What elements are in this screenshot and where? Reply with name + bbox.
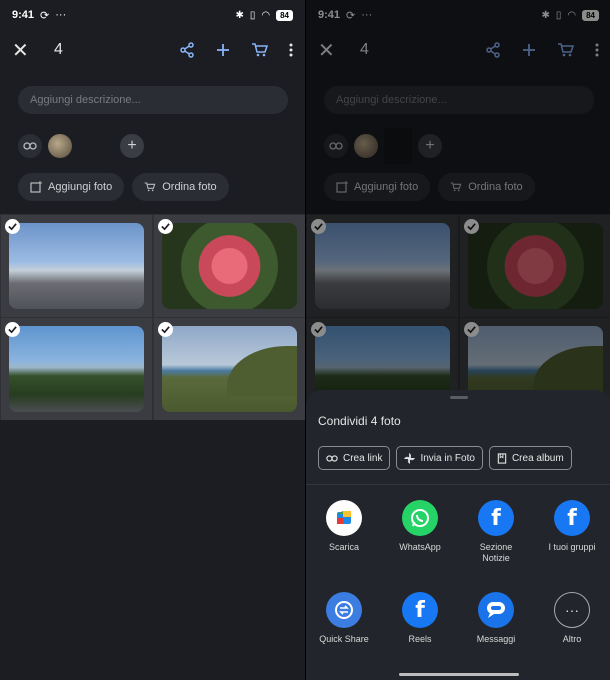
share-target-quick-share[interactable]: Quick Share [306,592,382,645]
photo-cell-hill[interactable] [154,318,305,420]
order-photos-button[interactable]: Ordina foto [132,173,229,201]
add-photo-icon [30,181,42,193]
selection-count: 4 [54,41,63,58]
add-icon[interactable] [215,42,231,58]
drag-handle[interactable] [450,396,468,399]
scarica-icon [326,500,362,536]
album-actions: Aggiungi foto Ordina foto [18,173,229,201]
share-target-label: Reels [408,634,432,644]
pinwheel-icon [404,452,416,464]
share-target-reels[interactable]: f Reels [382,592,458,645]
photo-cell-town[interactable] [1,215,152,317]
photo-flower [162,223,297,309]
share-target-label: I tuoi gruppi [548,542,596,552]
album-panel-right: 9:41 ⟳ ··· ✱ ▯ ◠ 84 ✕ 4 Aggiungi descriz… [306,0,610,680]
status-bar: 9:41 ⟳ ··· ✱ ▯ ◠ 84 [0,0,305,30]
check-icon[interactable] [5,219,20,234]
photo-hill [162,326,297,412]
photo-town [9,223,144,309]
photo-cell-flower[interactable] [154,215,305,317]
share-target-label: Sezione Notizie [479,542,513,563]
whatsapp-icon [402,500,438,536]
order-photos-label: Ordina foto [162,181,217,193]
check-icon[interactable] [5,322,20,337]
description-input[interactable]: Aggiungi descrizione... [18,86,288,114]
share-sheet-title: Condividi 4 foto [318,414,401,428]
vibrate-icon: ▯ [249,9,256,21]
facebook-icon: f [478,500,514,536]
create-album-label: Crea album [511,452,564,464]
share-target-label: Quick Share [319,634,369,644]
share-target-label: Messaggi [476,634,516,644]
sharing-row: + [18,133,144,159]
cart-icon[interactable] [251,42,269,58]
cart-icon [144,182,156,192]
selection-toolbar: ✕ 4 [0,30,305,70]
bluetooth-icon: ✱ [235,9,244,21]
sync-icon: ⟳ [40,9,50,22]
add-photos-button[interactable]: Aggiungi foto [18,173,125,201]
share-target-label: Scarica [328,542,359,552]
check-icon[interactable] [158,219,173,234]
share-target-scarica[interactable]: Scarica [306,500,382,553]
album-icon [497,452,507,464]
create-link-label: Crea link [343,452,383,464]
photo-cell-coast[interactable] [1,318,152,420]
gesture-nav-bar[interactable] [399,673,519,676]
add-photos-label: Aggiungi foto [48,181,113,193]
messages-icon [478,592,514,628]
link-icon [326,454,338,462]
share-sheet: Condividi 4 foto Crea link Invia in Foto… [306,390,610,680]
add-person-icon[interactable]: + [120,134,144,158]
sheet-divider [306,484,610,485]
wifi-icon: ◠ [261,9,271,21]
facebook-icon: f [554,500,590,536]
avatar[interactable] [48,134,72,158]
share-target-sezione-notizie[interactable]: f Sezione Notizie [458,500,534,564]
link-icon[interactable] [18,134,42,158]
more-notifications-icon: ··· [55,9,67,21]
share-target-whatsapp[interactable]: WhatsApp [382,500,458,553]
photo-coast [9,326,144,412]
share-target-messaggi[interactable]: Messaggi [458,592,534,645]
facebook-icon: f [402,592,438,628]
create-album-button[interactable]: Crea album [488,446,572,470]
more-icon: ··· [554,592,590,628]
close-icon[interactable]: ✕ [12,38,36,63]
share-target-label: WhatsApp [399,542,441,552]
share-actions: Crea link Invia in Foto Crea album [318,446,572,470]
create-link-button[interactable]: Crea link [318,446,391,470]
overflow-menu-icon[interactable] [289,42,293,58]
check-icon[interactable] [158,322,173,337]
send-in-photos-label: Invia in Foto [420,452,475,464]
share-icon[interactable] [179,42,195,58]
status-time: 9:41 [12,9,35,21]
photo-grid [0,214,305,420]
share-target-altro[interactable]: ··· Altro [534,592,610,645]
share-target-i-tuoi-gruppi[interactable]: f I tuoi gruppi [534,500,610,553]
album-panel-left: 9:41 ⟳ ··· ✱ ▯ ◠ 84 ✕ 4 Aggiungi descriz… [0,0,305,680]
share-target-label: Altro [562,634,582,644]
send-in-photos-button[interactable]: Invia in Foto [396,446,483,470]
battery-icon: 84 [276,9,293,21]
quick-share-icon [326,592,362,628]
